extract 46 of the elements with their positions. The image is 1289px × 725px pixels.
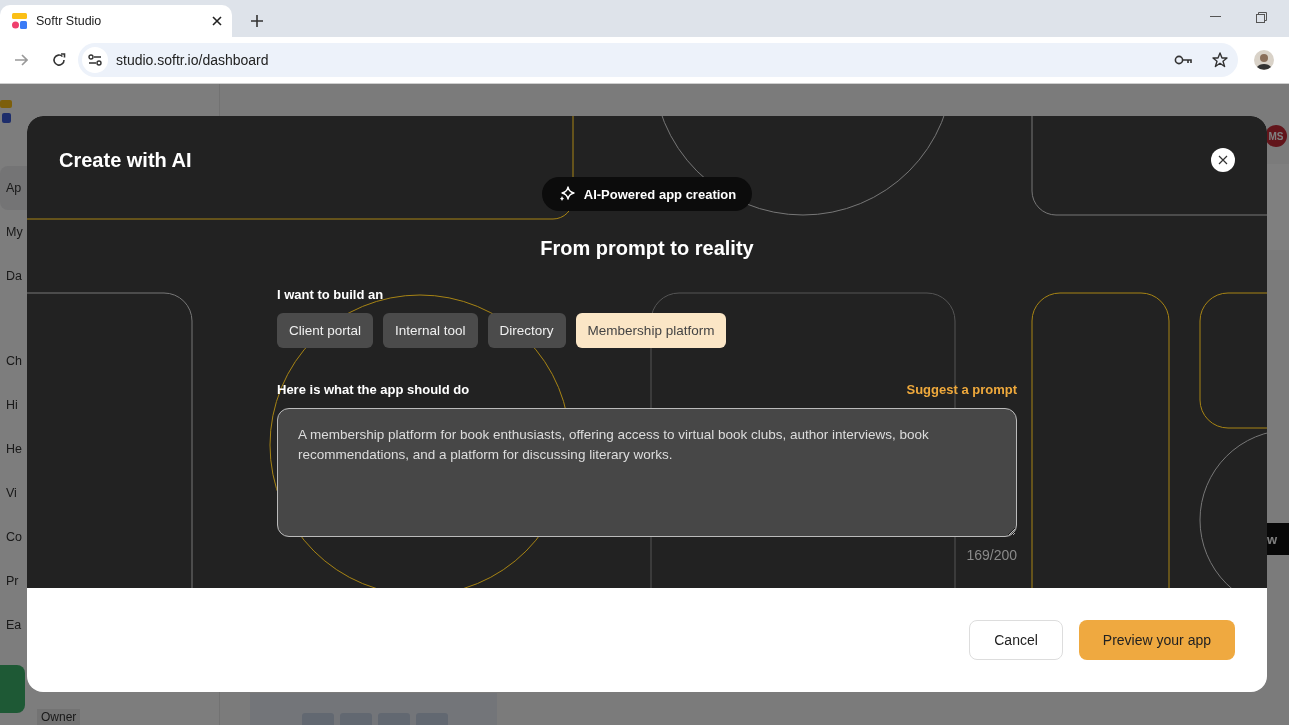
close-button[interactable] — [1211, 148, 1235, 172]
sidebar-item[interactable]: Vi — [6, 486, 17, 500]
suggest-link[interactable]: Suggest a prompt — [906, 382, 1017, 398]
app-type-chip[interactable]: Internal tool — [383, 313, 478, 348]
character-counter: 169/200 — [966, 547, 1017, 563]
url-text: studio.softr.io/dashboard — [116, 52, 270, 68]
new-tab-icon[interactable] — [251, 15, 263, 27]
key-icon[interactable] — [1174, 55, 1192, 65]
app-logo-icon — [12, 13, 28, 29]
prompt-field[interactable]: A membership platform for book enthusiasts, offering access to virtual book clubs, author interviews, book recommendations, and a platform for discussing literary works. — [277, 408, 1017, 537]
close-icon[interactable] — [212, 16, 222, 26]
address-bar[interactable]: studio.softr.io/dashboard — [78, 43, 1238, 77]
restore-icon[interactable] — [1256, 12, 1267, 23]
close-icon — [1218, 155, 1228, 165]
feature-badge: AI-Powered app creation — [541, 177, 753, 211]
field-label: Here is what the app should do — [277, 382, 470, 398]
role-badge: Owner — [37, 709, 81, 725]
field-label: I want to build an — [277, 287, 385, 303]
app-type-chip[interactable]: Client portal — [277, 313, 374, 348]
tab-title: Softr Studio — [36, 14, 103, 28]
sidebar-item[interactable]: Da — [6, 269, 22, 283]
browser-tab[interactable]: Softr Studio — [0, 5, 232, 37]
site-settings-icon[interactable] — [88, 54, 102, 66]
sidebar-item[interactable]: Hi — [6, 398, 18, 412]
dialog-heading: From prompt to reality — [540, 236, 754, 261]
sidebar-item[interactable]: Ap — [6, 181, 22, 195]
minimize-icon[interactable] — [1210, 16, 1221, 18]
reload-icon[interactable] — [52, 53, 66, 67]
dialog-title: Create with AI — [59, 148, 192, 172]
sidebar-item[interactable]: Ch — [6, 354, 22, 368]
workspace-icon — [0, 665, 25, 713]
forward-icon[interactable] — [14, 53, 28, 67]
logo-icon — [0, 100, 12, 123]
sidebar-item[interactable]: Co — [6, 530, 22, 544]
preview-button[interactable]: Preview your app — [1078, 620, 1235, 660]
avatar-icon[interactable] — [1254, 50, 1274, 70]
sidebar-item[interactable]: Ea — [6, 618, 22, 632]
sidebar-item[interactable]: My — [6, 225, 23, 239]
user-avatar[interactable]: MS — [1265, 125, 1287, 147]
star-icon[interactable] — [1212, 52, 1228, 68]
sidebar-item[interactable]: Pr — [6, 574, 19, 588]
sidebar-item[interactable]: He — [6, 442, 22, 456]
app-type-chip[interactable]: Membership platform — [575, 313, 727, 348]
app-type-chip[interactable]: Directory — [487, 313, 566, 348]
sparkle-icon — [557, 185, 576, 203]
cancel-button[interactable]: Cancel — [969, 620, 1063, 660]
